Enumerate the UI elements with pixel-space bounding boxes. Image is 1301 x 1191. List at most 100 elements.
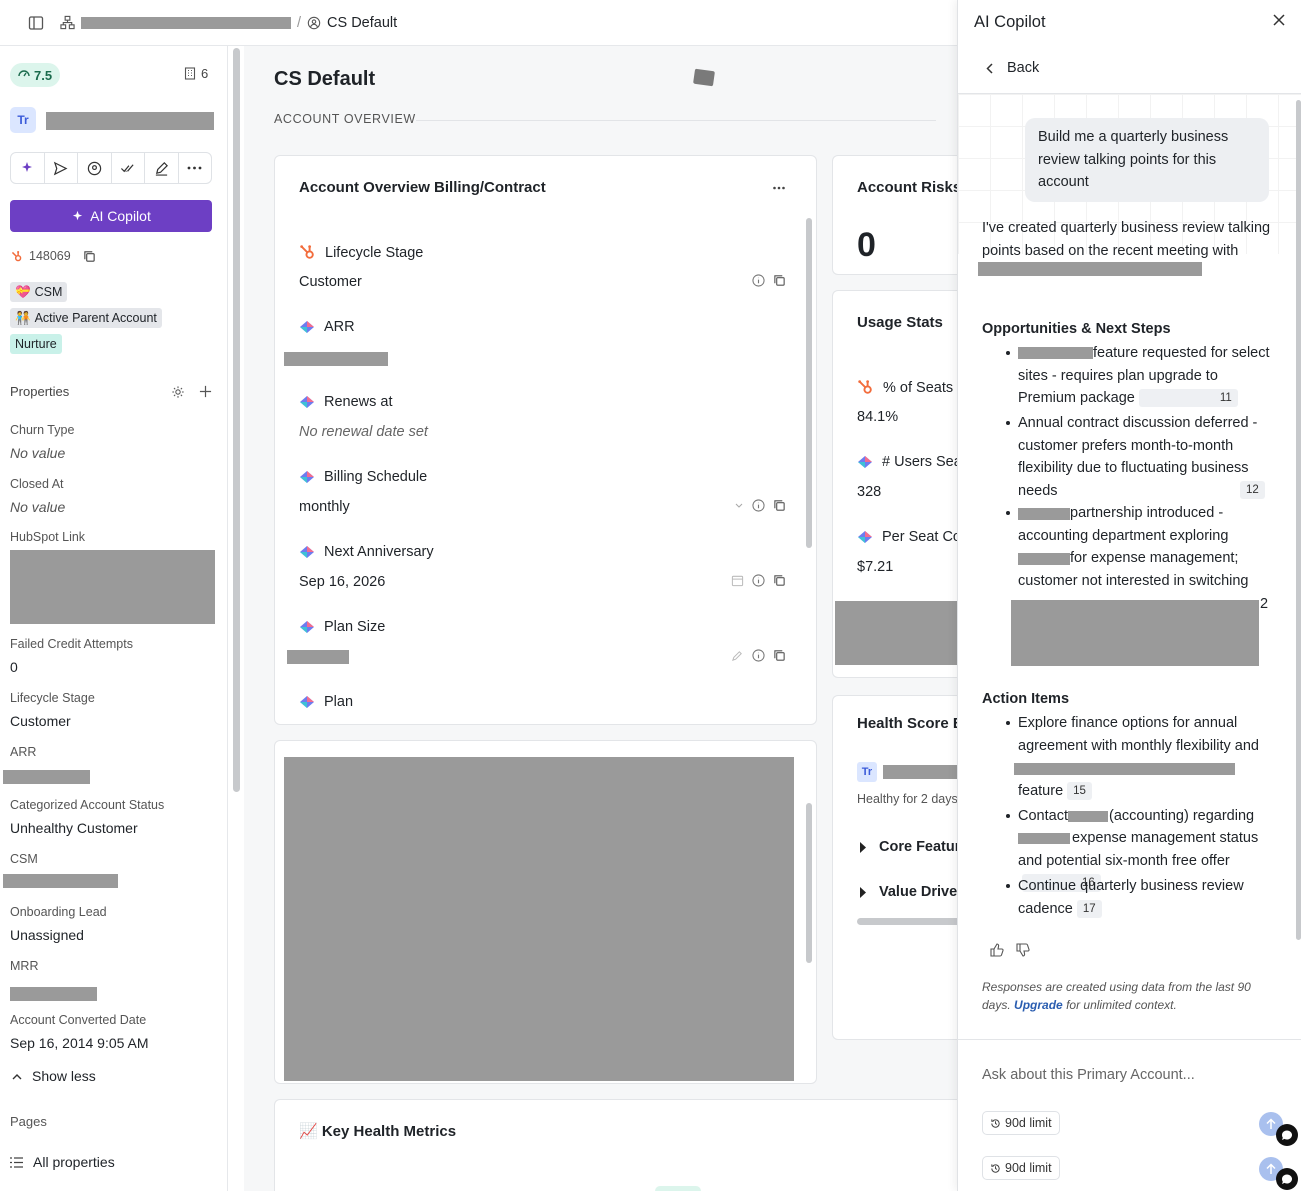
property-label: Failed Credit Attempts: [10, 637, 133, 651]
stat-users: # Users Sea: [857, 454, 957, 470]
csm-value-redacted[interactable]: [3, 874, 118, 888]
all-properties-link[interactable]: All properties: [10, 1154, 115, 1170]
tag-active-parent-account[interactable]: 🧑‍🤝‍🧑 Active Parent Account: [10, 308, 162, 328]
citation-badge[interactable]: 12: [1240, 481, 1265, 499]
sparkle-action-button[interactable]: [11, 153, 45, 183]
breadcrumb-parent-redacted[interactable]: [81, 16, 291, 29]
tasks-action-button[interactable]: [112, 153, 145, 183]
copy-icon[interactable]: [773, 649, 786, 662]
property-value[interactable]: Customer: [10, 713, 71, 729]
copy-icon[interactable]: [83, 250, 96, 263]
info-icon[interactable]: [752, 499, 765, 512]
sidebar-scrollbar[interactable]: [231, 46, 243, 1191]
hubspot-link-redacted[interactable]: [10, 550, 215, 624]
property-label: Onboarding Lead: [10, 905, 107, 919]
breadcrumb-separator: /: [297, 14, 302, 31]
field-arr: ARR: [299, 319, 355, 335]
citation-badge[interactable]: 11: [1138, 389, 1238, 408]
show-less-toggle[interactable]: Show less: [12, 1068, 96, 1084]
tag-nurture[interactable]: Nurture: [10, 334, 62, 354]
field-billing-schedule: Billing Schedule: [299, 469, 427, 485]
property-value[interactable]: Unassigned: [10, 927, 84, 943]
bullet: [1006, 421, 1010, 425]
bullet: [1006, 511, 1010, 515]
tag-label: Active Parent Account: [34, 311, 157, 325]
thumbs-up-icon[interactable]: [990, 943, 1004, 957]
stat-value: 328: [857, 484, 882, 500]
more-icon[interactable]: [773, 186, 785, 190]
field-value[interactable]: No renewal date set: [299, 424, 428, 440]
chat-input[interactable]: Ask about this Primary Account...: [982, 1067, 1195, 1083]
thumbs-down-icon[interactable]: [1016, 943, 1030, 957]
calendar-icon[interactable]: [731, 574, 744, 587]
health-score-value: 7.5: [34, 67, 53, 83]
plan-size-value-redacted[interactable]: [287, 650, 349, 664]
chat-support-icon[interactable]: [1276, 1124, 1298, 1146]
property-label: Categorized Account Status: [10, 798, 165, 812]
pages-label: Pages: [10, 1114, 47, 1129]
tag-csm[interactable]: 💝 CSM: [10, 282, 68, 302]
chat-support-icon[interactable]: [1276, 1168, 1298, 1190]
gear-icon[interactable]: [171, 385, 185, 399]
info-icon[interactable]: [752, 649, 765, 662]
plus-icon[interactable]: [199, 385, 212, 398]
stat-seats: % of Seats F: [857, 379, 957, 396]
note-action-button[interactable]: [145, 153, 179, 183]
card-scrollbar[interactable]: [806, 218, 812, 548]
expand-value-drivers[interactable]: Value Drive: [859, 884, 957, 900]
drag-handle-icon[interactable]: [693, 68, 715, 87]
citation-badge[interactable]: 15: [1067, 782, 1092, 801]
card-scrollbar[interactable]: [806, 803, 812, 963]
field-value[interactable]: Sep 16, 2026: [299, 574, 385, 590]
property-value[interactable]: No value: [10, 445, 65, 461]
citation-badge[interactable]: 17: [1076, 899, 1102, 918]
copy-icon[interactable]: [773, 499, 786, 512]
property-value[interactable]: Sep 16, 2014 9:05 AM: [10, 1035, 149, 1051]
context-limit-chip[interactable]: 90d limit: [982, 1156, 1060, 1180]
health-score-badge[interactable]: 7.5: [10, 63, 61, 87]
property-value[interactable]: No value: [10, 499, 65, 515]
action-item-continued: (accounting) regarding: [1109, 808, 1255, 824]
pencil-icon[interactable]: [731, 649, 744, 662]
diamond-icon: [299, 395, 315, 409]
sparkle-icon: [20, 161, 34, 175]
copy-icon[interactable]: [773, 274, 786, 287]
account-actions-toolbar: [10, 152, 212, 184]
field-value[interactable]: Customer: [299, 274, 362, 290]
field-actions: [731, 649, 786, 662]
property-value[interactable]: 0: [10, 659, 18, 675]
chat-scrollbar[interactable]: [1296, 100, 1301, 1040]
horizontal-scrollbar[interactable]: [857, 918, 957, 925]
arrow-up-icon: [1266, 1163, 1276, 1175]
arr-value-redacted[interactable]: [3, 770, 90, 784]
breadcrumb-current[interactable]: CS Default: [327, 15, 397, 31]
opportunity-item-continued: for expense management; customer not int…: [1018, 550, 1249, 589]
property-label: Lifecycle Stage: [10, 691, 95, 705]
target-person-icon: [87, 161, 102, 176]
tag-emoji: 🧑‍🤝‍🧑: [15, 310, 31, 325]
more-action-button[interactable]: [179, 153, 212, 183]
meeting-action-button[interactable]: [78, 153, 112, 183]
field-actions: [752, 274, 786, 287]
upgrade-link[interactable]: Upgrade: [1014, 998, 1063, 1012]
field-value[interactable]: monthly: [299, 499, 350, 515]
send-action-button[interactable]: [45, 153, 78, 183]
mrr-value-redacted[interactable]: [10, 987, 97, 1001]
chevron-down-icon[interactable]: [734, 499, 744, 512]
expand-core-features[interactable]: Core Featur: [859, 839, 957, 855]
info-icon[interactable]: [752, 274, 765, 287]
history-icon: [990, 1163, 1001, 1174]
arr-value-redacted[interactable]: [284, 352, 388, 366]
copy-icon[interactable]: [773, 574, 786, 587]
close-icon[interactable]: [1273, 14, 1285, 26]
widget-content-redacted: [284, 757, 794, 1081]
property-value[interactable]: Unhealthy Customer: [10, 820, 138, 836]
building-count[interactable]: 6: [184, 66, 208, 81]
info-icon[interactable]: [752, 574, 765, 587]
citation-badge[interactable]: 2: [1260, 596, 1268, 612]
context-limit-chip[interactable]: 90d limit: [982, 1111, 1060, 1135]
card-title: Account Risks: [857, 179, 957, 196]
ai-copilot-button[interactable]: AI Copilot: [10, 200, 212, 232]
back-button[interactable]: Back: [986, 60, 1039, 76]
sidebar-toggle-icon[interactable]: [26, 13, 46, 33]
